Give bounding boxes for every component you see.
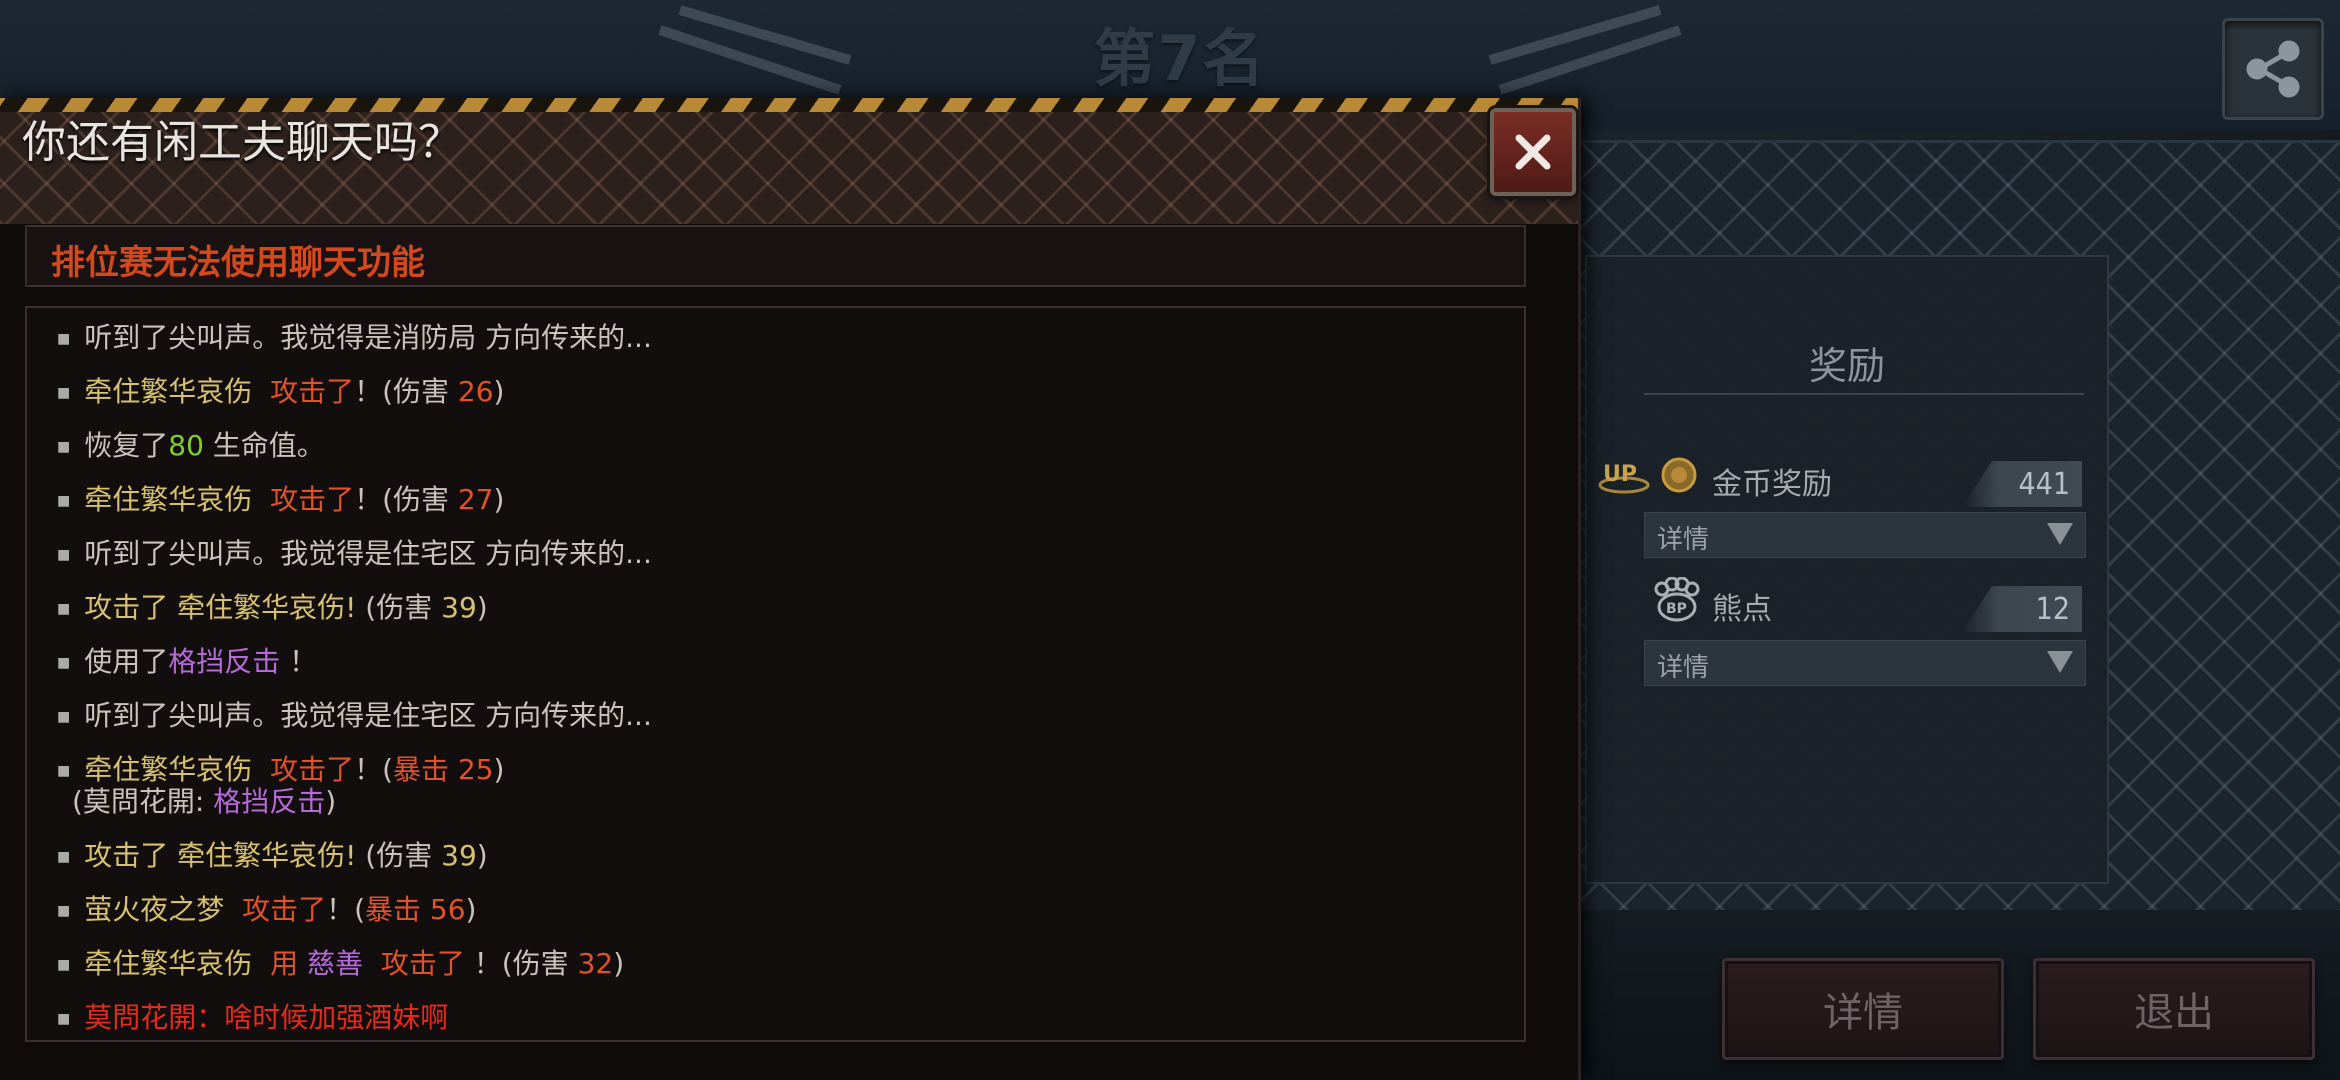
chat-line: ■ 牵住繁华哀伤 用 慈善 攻击了 ！(伤害 32)	[57, 947, 625, 980]
chat-line-continuation: (莫問花開: 格挡反击)	[72, 785, 337, 818]
rank-title: 第7名	[1093, 22, 1267, 95]
rewards-panel: 奖励 UP 金币奖励 441 详情 BP 熊点 12 详情	[1585, 255, 2109, 884]
gold-reward-value: 441	[2018, 467, 2070, 502]
close-icon	[1515, 134, 1551, 170]
bear-details-label: 详情	[1657, 653, 1710, 683]
modal-title: 你还有闲工夫聊天吗？	[22, 117, 462, 168]
gold-details-dropdown[interactable]: 详情	[1644, 512, 2086, 558]
chat-line: ■ 听到了尖叫声。我觉得是住宅区 方向传来的...	[57, 537, 652, 570]
rewards-title: 奖励	[1808, 344, 1885, 388]
details-button[interactable]: 详情	[1722, 958, 2004, 1060]
bear-points-label: 熊点	[1712, 592, 1772, 627]
exit-button-label: 退出	[2134, 990, 2214, 1036]
details-button-label: 详情	[1823, 990, 1903, 1036]
chat-line: ■ 牵住繁华哀伤 攻击了！(伤害 27)	[57, 483, 505, 516]
chat-line: ■ 攻击了 牵住繁华哀伤! (伤害 39)	[57, 839, 488, 872]
chat-line: ■ 牵住繁华哀伤 攻击了！(伤害 26)	[57, 375, 505, 408]
chat-disabled-notice: 排位赛无法使用聊天功能	[25, 225, 1526, 287]
chat-line: ■ 莫問花開：啥时候加强酒妹啊	[57, 1001, 449, 1034]
chat-line: ■ 恢复了80 生命值。	[57, 429, 325, 462]
up-badge-icon: UP	[1598, 462, 1650, 494]
battle-chat-log[interactable]: ■ 听到了尖叫声。我觉得是消防局 方向传来的... ■ 牵住繁华哀伤 攻击了！(伤害…	[25, 306, 1526, 1042]
share-button[interactable]	[2222, 18, 2324, 120]
gold-reward-label: 金币奖励	[1712, 467, 1832, 502]
svg-text:UP: UP	[1603, 462, 1637, 487]
bear-points-value: 12	[2035, 592, 2070, 627]
rewards-divider	[1644, 393, 2084, 395]
close-button[interactable]	[1490, 108, 1576, 196]
coin-icon	[1661, 457, 1697, 493]
gold-value-box: 441	[1962, 461, 2082, 507]
exit-button[interactable]: 退出	[2033, 958, 2315, 1060]
bear-points-row: BP 熊点 12	[1587, 572, 2107, 632]
chat-line: ■ 萤火夜之梦 攻击了！(暴击 56)	[57, 893, 477, 926]
notice-text: 排位赛无法使用聊天功能	[51, 243, 425, 283]
gold-reward-row: UP 金币奖励 441	[1587, 447, 2107, 507]
chat-line: ■ 听到了尖叫声。我觉得是消防局 方向传来的...	[57, 321, 652, 354]
gold-details-label: 详情	[1657, 525, 1710, 555]
share-icon	[2246, 40, 2300, 98]
chat-line: ■ 使用了格挡反击 ！	[57, 645, 318, 678]
chat-line: ■ 听到了尖叫声。我觉得是住宅区 方向传来的...	[57, 699, 652, 732]
bear-value-box: 12	[1962, 586, 2082, 632]
dropdown-arrow-icon	[2047, 523, 2073, 545]
svg-text:BP: BP	[1666, 601, 1687, 617]
dropdown-arrow-icon	[2047, 651, 2073, 673]
chat-line: ■ 攻击了 牵住繁华哀伤! (伤害 39)	[57, 591, 488, 624]
bear-details-dropdown[interactable]: 详情	[1644, 640, 2086, 686]
bear-paw-icon: BP	[1654, 577, 1700, 622]
